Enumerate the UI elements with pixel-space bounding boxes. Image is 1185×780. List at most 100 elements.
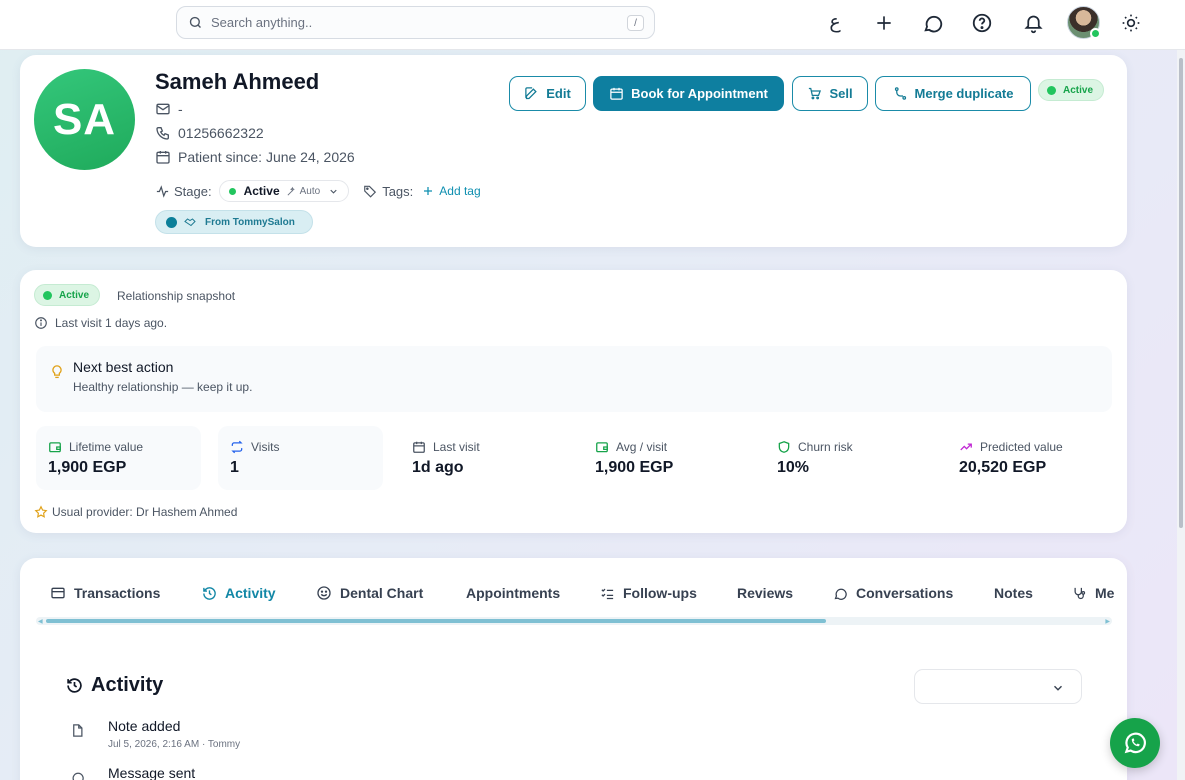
metric-lifetime-value: Lifetime value 1,900 EGP	[36, 426, 201, 490]
chevron-down-icon	[1054, 685, 1062, 691]
activity-pulse-icon	[156, 184, 169, 198]
nba-title: Next best action	[73, 359, 174, 375]
book-appointment-label: Book for Appointment	[631, 86, 768, 101]
wallet-icon	[596, 442, 608, 453]
tab-notes[interactable]: Notes	[994, 580, 1033, 606]
activity-item-title: Note added	[108, 718, 181, 734]
tags-label: Tags:	[382, 183, 414, 199]
metric-label: Last visit	[433, 440, 480, 454]
usual-provider-text: Usual provider: Dr Hashem Ahmed	[52, 505, 238, 519]
metric-value: 20,520 EGP	[959, 459, 1047, 476]
stage-mode-label: Auto	[299, 185, 321, 197]
status-label: Active	[1063, 84, 1094, 96]
global-search[interactable]: /	[176, 6, 655, 39]
chat-icon[interactable]	[920, 10, 946, 36]
stage-tags-row: Stage: Active Auto Tags: Add tag	[155, 180, 481, 202]
metric-label: Predicted value	[980, 440, 1063, 454]
metric-value: 10%	[777, 459, 810, 476]
sell-button[interactable]: Sell	[792, 76, 868, 111]
stage-label: Stage:	[174, 183, 212, 199]
source-badge: From TommySalon	[155, 210, 313, 234]
metric-visits: Visits 1	[218, 426, 383, 490]
status-dot	[1047, 85, 1056, 95]
patient-email: -	[178, 101, 183, 117]
relationship-snapshot-card: Active Relationship snapshot Last visit …	[20, 270, 1127, 533]
snapshot-status-dot	[43, 290, 52, 300]
tab-reviews[interactable]: Reviews	[737, 580, 793, 606]
chevron-down-icon	[330, 189, 337, 194]
scrollbar-thumb[interactable]	[1179, 58, 1183, 528]
online-status-dot	[1090, 28, 1101, 39]
tab-label: Dental Chart	[340, 585, 424, 601]
patient-email-row: -	[155, 101, 183, 117]
edit-button[interactable]: Edit	[509, 76, 586, 111]
stage-mode: Auto	[286, 185, 321, 197]
metric-predicted-value: Predicted value 20,520 EGP	[947, 426, 1112, 490]
patient-header-card: SA Sameh Ahmeed - 01256662322 Patient si…	[20, 55, 1127, 247]
whatsapp-button[interactable]	[1110, 718, 1160, 768]
tab-dental-chart[interactable]: Dental Chart	[316, 580, 423, 606]
snapshot-status-label: Active	[59, 289, 90, 301]
tab-follow-ups[interactable]: Follow-ups	[600, 580, 697, 606]
tab-scrollbar-thumb[interactable]	[46, 619, 826, 623]
nba-text: Healthy relationship — keep it up.	[73, 380, 253, 394]
last-visit-note: Last visit 1 days ago.	[34, 316, 167, 330]
chat-icon	[72, 772, 84, 780]
page-scrollbar[interactable]	[1177, 50, 1185, 780]
shield-icon	[778, 441, 790, 453]
scroll-left-arrow[interactable]: ◀	[38, 618, 43, 625]
tab-label: Notes	[994, 585, 1033, 601]
metric-label: Avg / visit	[616, 440, 668, 454]
magic-wand-icon	[287, 186, 295, 195]
chat-icon	[834, 588, 847, 600]
last-visit-note-text: Last visit 1 days ago.	[55, 316, 168, 330]
repeat-icon	[231, 440, 243, 454]
search-shortcut-hint: /	[627, 15, 644, 31]
metric-label: Visits	[251, 440, 280, 454]
wallet-icon	[49, 442, 61, 453]
tab-appointments[interactable]: Appointments	[466, 580, 560, 606]
language-toggle[interactable]: ع	[822, 9, 848, 35]
bell-icon[interactable]	[1020, 10, 1046, 36]
book-appointment-button[interactable]: Book for Appointment	[593, 76, 784, 111]
stethoscope-icon	[1074, 587, 1086, 599]
stage-dropdown[interactable]: Active Auto	[218, 180, 350, 202]
add-tag-button[interactable]: Add tag	[422, 184, 481, 198]
credit-card-icon	[51, 587, 65, 599]
sun-icon[interactable]	[1118, 10, 1144, 36]
metric-label: Churn risk	[798, 440, 853, 454]
tab-label: Me	[1095, 585, 1114, 601]
sell-label: Sell	[829, 86, 853, 101]
calendar-icon	[610, 87, 623, 100]
tab-transactions[interactable]: Transactions	[50, 580, 160, 606]
smile-icon	[317, 586, 331, 600]
tab-label: Follow-ups	[623, 585, 697, 601]
snapshot-status-badge: Active	[34, 284, 101, 306]
tab-medical[interactable]: Me	[1072, 580, 1114, 606]
metric-churn-risk: Churn risk 10%	[765, 426, 930, 490]
stage-value: Active	[243, 184, 280, 198]
merge-icon	[894, 87, 906, 100]
scroll-right-arrow[interactable]: ▶	[1105, 618, 1110, 625]
patient-tabs-card: Transactions Activity Dental Chart Appoi…	[20, 558, 1127, 780]
activity-filter-select[interactable]	[914, 669, 1082, 704]
status-badge: Active	[1038, 79, 1105, 101]
calendar-icon	[413, 441, 425, 453]
tab-label: Activity	[225, 585, 276, 601]
tab-activity[interactable]: Activity	[202, 580, 276, 606]
metric-last-visit: Last visit 1d ago	[400, 426, 565, 490]
tab-scrollbar[interactable]: ◀ ▶	[36, 617, 1112, 625]
phone-icon	[156, 127, 169, 140]
search-input[interactable]	[211, 15, 611, 30]
mail-icon	[156, 103, 170, 115]
lightbulb-icon	[52, 365, 62, 379]
patient-since-row: Patient since: June 24, 2026	[155, 149, 355, 165]
tab-conversations[interactable]: Conversations	[833, 580, 953, 606]
activity-item-title: Message sent	[108, 765, 196, 780]
activity-heading: Activity	[66, 674, 163, 697]
plus-icon[interactable]	[871, 10, 897, 36]
activity-item-meta: Jul 5, 2026, 2:16 AM · Tommy	[108, 739, 241, 750]
merge-duplicate-button[interactable]: Merge duplicate	[875, 76, 1031, 111]
help-icon[interactable]	[969, 10, 995, 36]
source-dot	[166, 216, 177, 228]
